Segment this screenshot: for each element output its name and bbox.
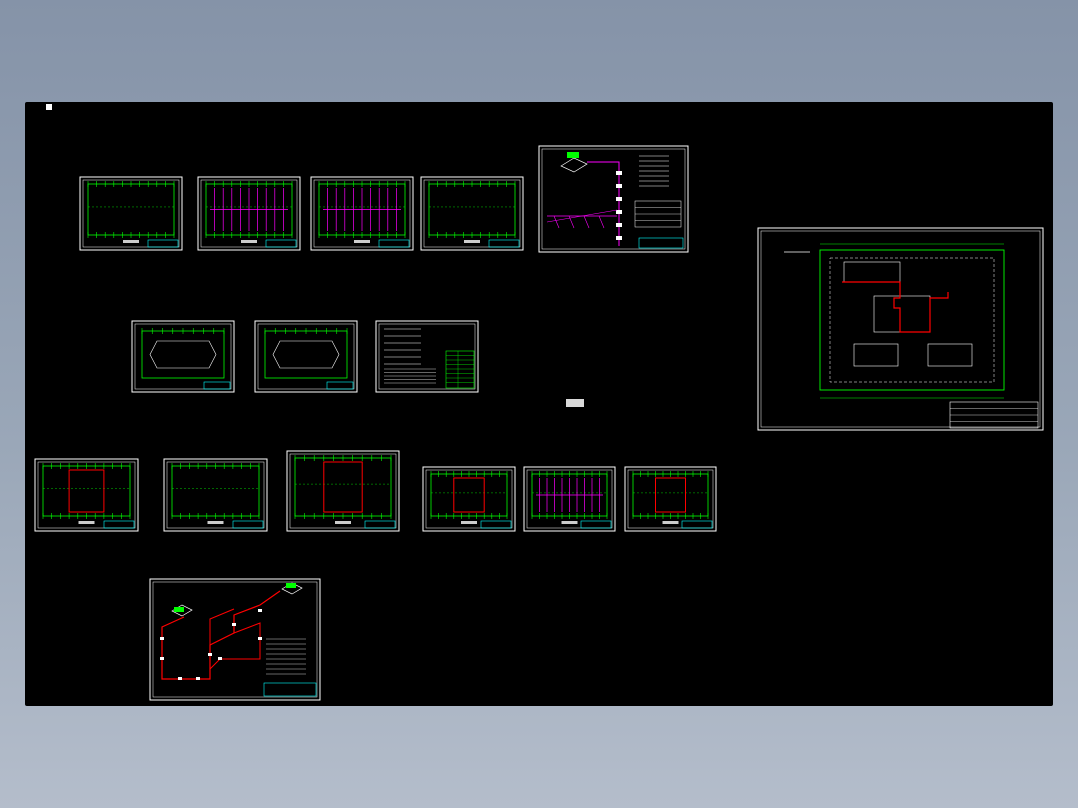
drawing-sheet-floor-plan-3[interactable] — [310, 176, 414, 251]
floor-node — [616, 197, 622, 201]
sheet-border — [149, 578, 321, 701]
sheet-title-mark — [354, 240, 370, 243]
drawing-sheet-site-plan[interactable] — [757, 227, 1044, 431]
floor-node — [616, 223, 622, 227]
drawing-sheet-drainage-plan-2[interactable] — [523, 466, 616, 532]
drawing-sheet-isometric-diagram[interactable] — [149, 578, 321, 701]
drawing-sheet-drainage-plan-1[interactable] — [422, 466, 516, 532]
valve-symbol — [196, 677, 200, 680]
floor-node — [616, 184, 622, 188]
sheet-title-mark — [207, 521, 224, 524]
tank-label — [567, 152, 579, 158]
sheet-title-mark — [662, 521, 679, 524]
drawing-sheet-roof-plan-1[interactable] — [131, 320, 235, 393]
drawing-sheet-floor-plan-2[interactable] — [197, 176, 301, 251]
sheet-border — [375, 320, 479, 393]
sheet-title-mark — [78, 521, 95, 524]
sheet-title-mark — [241, 240, 257, 243]
drawing-sheet-system-diagram[interactable] — [538, 145, 689, 253]
sheet-title-mark — [461, 521, 477, 524]
valve-symbol — [208, 653, 212, 656]
sheet-border — [420, 176, 524, 251]
drawing-sheet-fire-plan-3[interactable] — [286, 450, 400, 532]
stray-text-fragment — [566, 399, 584, 407]
sheet-title-mark — [335, 521, 351, 524]
drawing-sheet-legend-sheet[interactable] — [375, 320, 479, 393]
floor-node — [616, 171, 622, 175]
valve-symbol — [178, 677, 182, 680]
valve-symbol — [232, 623, 236, 626]
floor-node — [616, 236, 622, 240]
floor-node — [616, 210, 622, 214]
valve-symbol — [218, 657, 222, 660]
drawing-sheet-fire-plan-1[interactable] — [34, 458, 139, 532]
drawing-sheet-floor-plan-4[interactable] — [420, 176, 524, 251]
sheet-border — [79, 176, 183, 251]
sheet-border — [163, 458, 268, 532]
valve-symbol — [258, 637, 262, 640]
drawing-sheet-fire-plan-2[interactable] — [163, 458, 268, 532]
sheet-title-mark — [123, 240, 139, 243]
valve-symbol — [160, 637, 164, 640]
drawing-canvas[interactable] — [25, 102, 1053, 706]
drawing-sheet-drainage-plan-3[interactable] — [624, 466, 717, 532]
sheet-title-mark — [561, 521, 578, 524]
drawing-sheet-floor-plan-1[interactable] — [79, 176, 183, 251]
sheet-title-mark — [464, 240, 480, 243]
drawing-sheet-roof-plan-2[interactable] — [254, 320, 358, 393]
valve-symbol — [160, 657, 164, 660]
valve-symbol — [258, 609, 262, 612]
cad-model-space[interactable] — [25, 102, 1053, 706]
